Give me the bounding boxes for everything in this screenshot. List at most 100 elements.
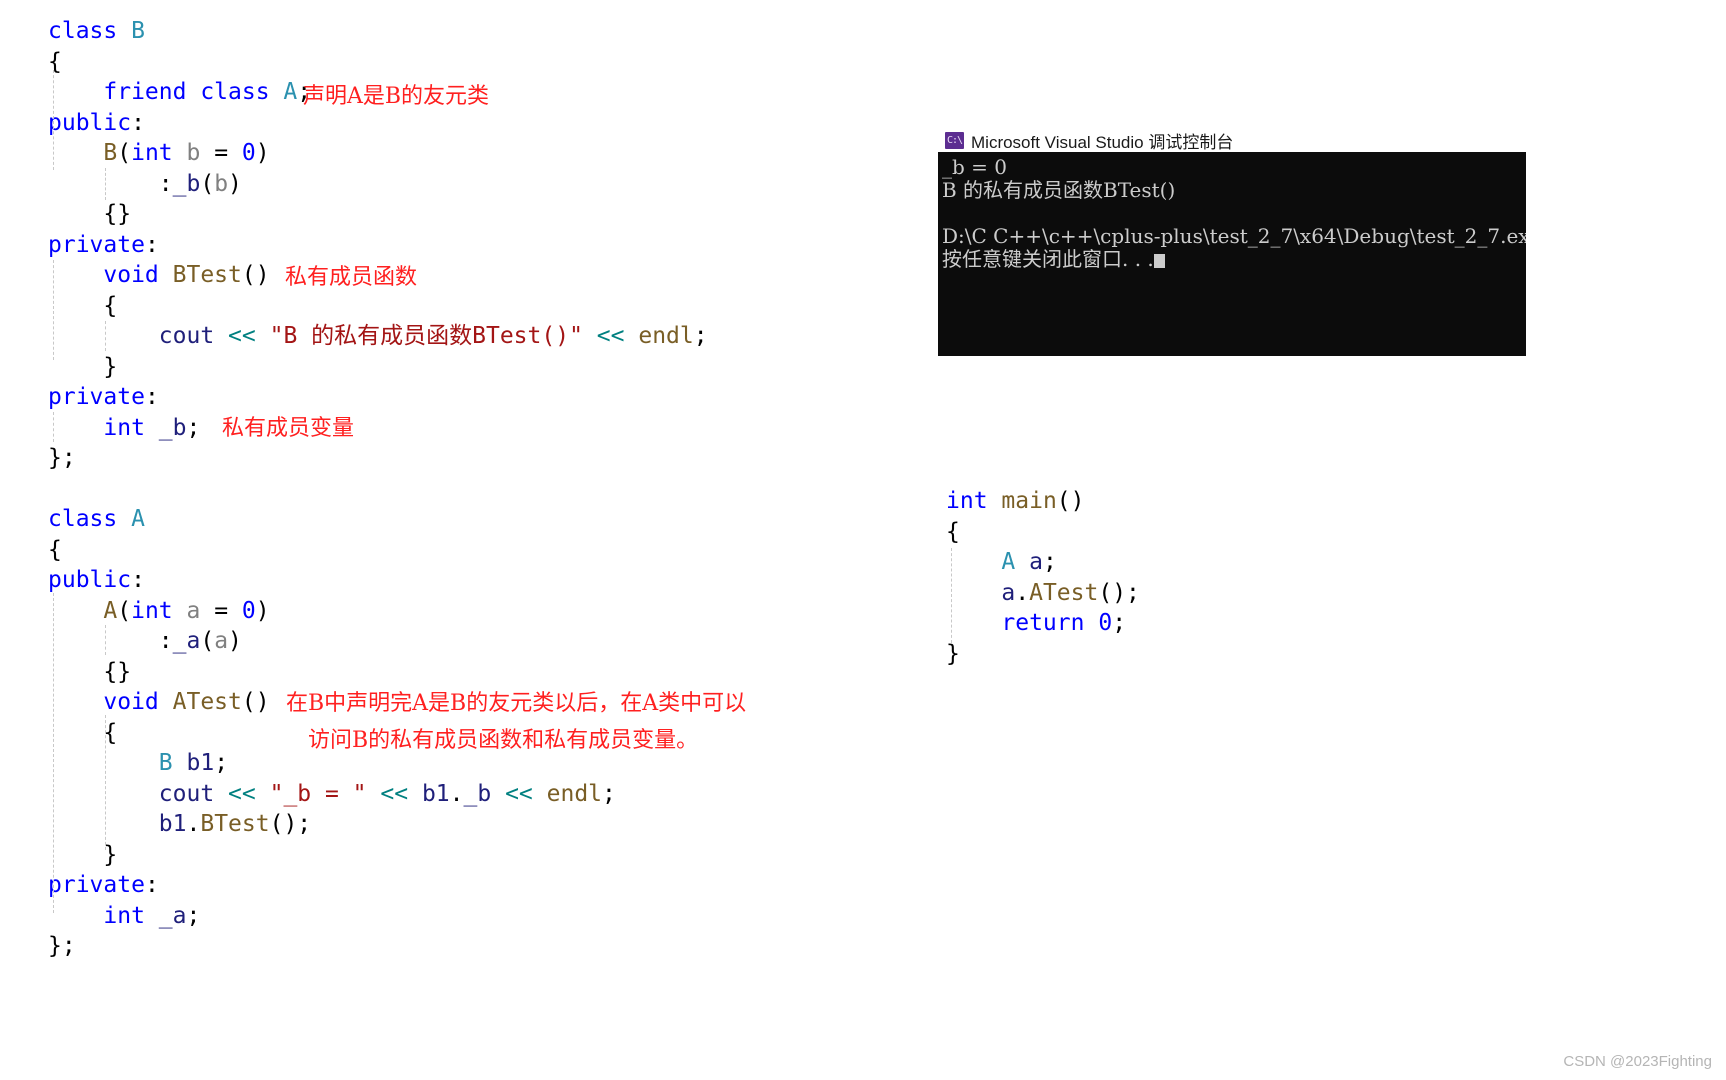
indent-guide [105,625,106,655]
code-token: B [103,140,118,166]
indent-guide [105,715,106,850]
code-token: : [48,628,173,654]
code-line: int _a; [48,901,708,932]
code-token: << [228,323,256,349]
code-line: { [48,47,708,78]
code-token: ; [1042,549,1057,575]
code-token: public [48,109,132,136]
code-token: _b [158,414,187,441]
code-token: b1 [421,780,450,807]
code-line: int _b; [48,413,708,444]
code-token: ; [186,414,201,441]
code-token: << [228,780,256,807]
code-token: ) [255,597,270,624]
code-token: ( [200,170,215,197]
code-line: private: [48,230,708,261]
code-token: ; [693,323,708,349]
code-token: } [946,640,960,667]
code-token: private [48,231,145,258]
indent-guide [53,70,54,170]
code-token: A [131,506,145,532]
code-token: int [103,902,145,929]
indent-guide [53,260,54,360]
code-line: cout << "B 的私有成员函数BTest()" << endl; [48,321,708,352]
code-line: } [946,639,1140,670]
watermark: CSDN @2023Fighting [1563,1053,1712,1070]
code-line: b1.BTest(); [48,809,708,840]
code-token: BTest [172,262,242,288]
code-token: (); [269,811,312,837]
code-line: :_b(b) [48,169,708,200]
code-token: 0 [241,597,256,624]
code-token: "_b = " [269,780,367,807]
code-token: int [131,597,173,624]
code-token: _a [158,902,187,929]
code-token: = [200,597,242,624]
code-line: }; [48,443,708,474]
code-token: main [1001,488,1057,514]
code-line: A a; [946,547,1140,578]
code-token: b1 [186,750,215,776]
code-token: int [103,414,145,441]
code-line: public: [48,565,708,596]
code-line: class B [48,16,708,47]
indent-guide [53,412,54,442]
code-token: ( [117,140,132,166]
annotation-private-member-variable: 私有成员变量 [222,416,355,441]
code-token: { [946,518,960,545]
annotation-atest-line2: 访问B的私有成员函数和私有成员变量。 [308,728,699,753]
code-token: << [505,780,533,807]
code-token: int [131,140,173,166]
code-token: : [131,567,145,593]
indent-guide [951,548,952,643]
code-token: private [48,384,145,410]
code-token: friend class [103,79,284,105]
code-token: a [214,628,229,654]
code-token: "B 的私有成员函数BTest()" [269,323,583,349]
code-token: cout [158,323,215,349]
code-token: BTest [200,811,270,837]
code-token: (); [1098,579,1140,606]
code-token: class [48,18,132,44]
console-line-exe-path: D:\C C++\c++\cplus-plus\test_2_7\x64\Deb… [942,224,1526,248]
code-line: B(int b = 0) [48,138,708,169]
code-token: class [48,506,132,532]
console-titlebar[interactable]: C:\ Microsoft Visual Studio 调试控制台 [938,128,1526,152]
code-token: B [158,750,173,776]
code-token: { [48,48,62,75]
code-token: b1 [158,811,187,837]
code-token: ) [255,140,270,166]
code-token: _b [172,170,201,197]
indent-guide [53,593,54,913]
code-token: ( [200,628,215,654]
code-token: }; [48,933,76,959]
code-token: 0 [1098,610,1113,636]
code-token: << [380,780,409,807]
code-token: () [241,689,270,715]
code-token: }; [48,445,76,471]
console-cursor [1153,254,1165,268]
left-code-block: class B{ friend class A; public: B(int b … [48,16,708,962]
code-token: ) [228,170,242,197]
code-token: () [1056,488,1085,514]
console-window[interactable]: C:\ Microsoft Visual Studio 调试控制台 _b = 0… [938,128,1526,356]
code-token: . [449,780,464,807]
console-line: _b = 0 [942,155,1007,179]
